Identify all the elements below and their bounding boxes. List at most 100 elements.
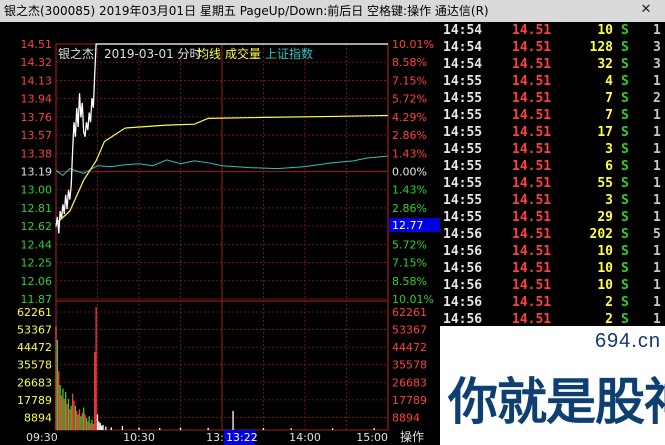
price-tick-label: 13.19 <box>21 166 53 179</box>
trade-time: 14:54 <box>443 23 483 38</box>
volume-tick-label: 62261 <box>17 306 52 319</box>
trade-price: 14.51 <box>512 108 552 123</box>
pct-tick-label: 7.15% <box>392 257 427 270</box>
volume-tick-label-right: 62261 <box>392 306 427 319</box>
trade-flag: S <box>621 40 629 55</box>
trade-time: 14:55 <box>443 176 483 191</box>
trade-time: 14:55 <box>443 74 483 89</box>
trade-list[interactable]: 14:54 14.51 10 S 1 14:54 14.51 128 S 3 14:54 14.51 3… <box>440 22 665 326</box>
volume-tick-label-right: 53367 <box>392 324 427 337</box>
trade-time: 14:56 <box>443 278 483 293</box>
trade-flag: S <box>621 125 629 140</box>
trade-row: 14:54 14.51 10 S 1 <box>440 22 665 39</box>
trade-time: 14:55 <box>443 159 483 174</box>
trade-flag: S <box>621 210 629 225</box>
trade-row: 14:55 14.51 55 S 1 <box>440 175 665 192</box>
trade-time: 14:56 <box>443 244 483 259</box>
trade-row: 14:55 14.51 29 S 1 <box>440 209 665 226</box>
trade-price: 14.51 <box>512 125 552 140</box>
trade-volume: 2 <box>605 312 613 326</box>
volume-legend: 成交量 <box>225 46 261 61</box>
trade-price: 14.51 <box>512 244 552 259</box>
trade-row: 14:55 14.51 7 S 1 <box>440 107 665 124</box>
trade-count: 1 <box>653 142 661 157</box>
volume-tick-label-right: 35578 <box>392 359 427 372</box>
trade-count: 1 <box>653 176 661 191</box>
trade-price: 14.51 <box>512 74 552 89</box>
trade-row: 14:55 14.51 7 S 2 <box>440 90 665 107</box>
trade-count: 1 <box>653 278 661 293</box>
trade-count: 1 <box>653 210 661 225</box>
volume-tick-label-right: 8894 <box>392 411 420 424</box>
trade-price: 14.51 <box>512 23 552 38</box>
trade-count: 1 <box>653 74 661 89</box>
trade-row: 14:56 14.51 10 S 1 <box>440 260 665 277</box>
stock-name-label: 银之杰 <box>58 47 94 61</box>
trade-flag: S <box>621 295 629 310</box>
trade-time: 14:56 <box>443 295 483 310</box>
price-tick-label: 13.00 <box>21 184 53 197</box>
trade-volume: 7 <box>605 91 613 106</box>
volume-tick-label: 8894 <box>24 411 52 424</box>
trade-time: 14:55 <box>443 193 483 208</box>
pct-tick-label: 2.86% <box>392 202 427 215</box>
time-axis-label: 15:00 <box>356 431 388 444</box>
trade-count: 1 <box>653 193 661 208</box>
trade-volume: 128 <box>589 40 613 55</box>
pct-tick-label: 7.15% <box>392 74 427 87</box>
close-icon[interactable]: ✕ <box>639 3 653 17</box>
volume-tick-label: 44472 <box>17 341 52 354</box>
brand-slogan: 你就是股神 <box>448 373 665 431</box>
hover-time-value: 13:22 <box>226 431 258 444</box>
volume-tick-label: 26683 <box>17 376 52 389</box>
chart-canvas[interactable]: 14.51 10.01% 14.32 8.58% 14.13 7.15% 13.94 5.72… <box>0 22 440 445</box>
price-tick-label: 11.87 <box>21 293 53 306</box>
pct-tick-label: 2.86% <box>392 129 427 142</box>
index-legend: 上证指数 <box>265 46 313 61</box>
pct-tick-label: 8.58% <box>392 275 427 288</box>
volume-tick-label: 35578 <box>17 359 52 372</box>
pct-tick-label: 8.58% <box>392 56 427 69</box>
trade-volume: 10 <box>597 261 613 276</box>
trade-count: 5 <box>653 227 661 242</box>
trade-flag: S <box>621 227 629 242</box>
price-tick-label: 14.32 <box>21 56 53 69</box>
trade-flag: S <box>621 142 629 157</box>
price-tick-label: 12.25 <box>21 257 53 270</box>
trade-count: 1 <box>653 244 661 259</box>
pct-tick-label: 10.01% <box>392 293 434 306</box>
trade-count: 1 <box>653 108 661 123</box>
trade-row: 14:54 14.51 128 S 3 <box>440 39 665 56</box>
trade-price: 14.51 <box>512 176 552 191</box>
trade-flag: S <box>621 108 629 123</box>
trade-flag: S <box>621 312 629 326</box>
price-tick-label: 12.81 <box>21 202 53 215</box>
trade-time: 14:55 <box>443 108 483 123</box>
trade-price: 14.51 <box>512 227 552 242</box>
volume-tick-label: 53367 <box>17 324 52 337</box>
pct-tick-label: 10.01% <box>392 38 434 51</box>
volume-tick-label-right: 26683 <box>392 376 427 389</box>
title-bar: 银之杰(300085) 2019年03月01日 星期五 PageUp/Down:… <box>0 0 665 22</box>
trade-count: 1 <box>653 312 661 326</box>
trade-count: 3 <box>653 57 661 72</box>
trade-volume: 10 <box>597 244 613 259</box>
trade-volume: 32 <box>597 57 613 72</box>
trade-price: 14.51 <box>512 91 552 106</box>
price-tick-label: 13.57 <box>21 129 53 142</box>
price-tick-label: 13.38 <box>21 147 53 160</box>
trade-volume: 3 <box>605 142 613 157</box>
trade-row: 14:56 14.51 10 S 1 <box>440 243 665 260</box>
trade-volume: 202 <box>589 227 613 242</box>
price-tick-label: 14.51 <box>21 38 53 51</box>
trade-price: 14.51 <box>512 261 552 276</box>
time-axis-label: 09:30 <box>26 431 58 444</box>
price-tick-label: 14.13 <box>21 74 53 87</box>
trade-count: 1 <box>653 295 661 310</box>
trade-volume: 7 <box>605 108 613 123</box>
current-price-value: 12.77 <box>392 219 424 232</box>
price-tick-label: 13.94 <box>21 93 53 106</box>
trade-count: 1 <box>653 125 661 140</box>
trade-price: 14.51 <box>512 159 552 174</box>
intraday-chart[interactable]: 14.51 10.01% 14.32 8.58% 14.13 7.15% 13.94 5.72… <box>0 22 440 445</box>
